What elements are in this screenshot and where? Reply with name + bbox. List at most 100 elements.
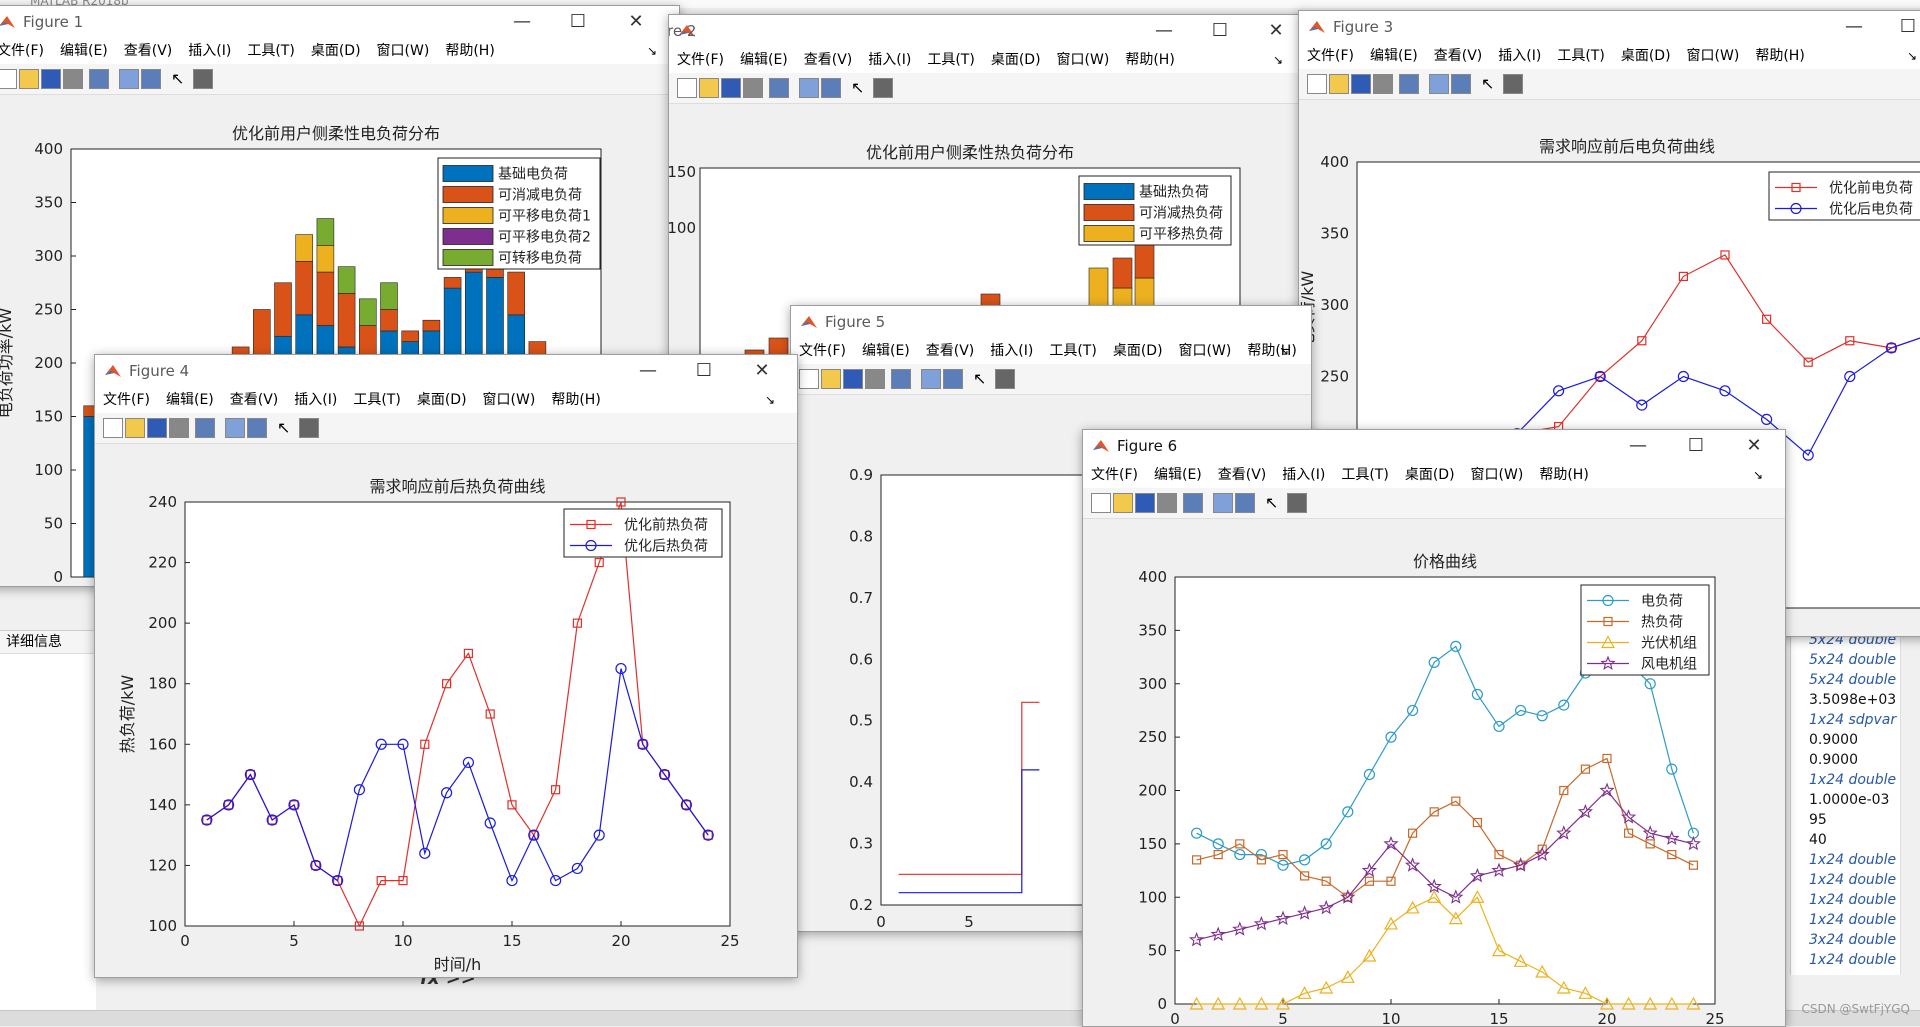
dock-arrow-icon[interactable]: ↘ [765,387,775,413]
property-editor-icon[interactable] [995,369,1015,389]
menu-item[interactable]: 文件(F) [1299,43,1354,69]
colorbar-icon[interactable] [1213,493,1233,513]
minimize-button[interactable]: — [1615,432,1661,460]
minimize-button[interactable]: — [499,8,545,36]
title-bar[interactable]: Figure 5 [791,306,1311,338]
dock-arrow-icon[interactable]: ↘ [1279,338,1289,364]
menu-item[interactable]: 帮助(H) [1247,338,1296,364]
print-icon[interactable] [1157,493,1177,513]
close-button[interactable]: ✕ [1253,17,1299,45]
dock-arrow-icon[interactable]: ↘ [1753,462,1763,488]
save-icon[interactable] [1351,74,1371,94]
menu-item[interactable]: 工具(T) [1557,43,1604,69]
legend-icon[interactable] [943,369,963,389]
open-folder-icon[interactable] [19,69,39,89]
link-plot-icon[interactable] [891,369,911,389]
title-bar[interactable]: re 2 — ☐ ✕ [669,15,1305,47]
pointer-icon[interactable]: ↖ [1481,74,1499,93]
colorbar-icon[interactable] [921,369,941,389]
menu-item[interactable]: 文件(F) [1083,462,1138,488]
print-icon[interactable] [169,418,189,438]
menu-item[interactable]: 窗口(W) [1471,462,1524,488]
menu-item[interactable]: 窗口(W) [377,38,430,64]
legend-icon[interactable] [821,78,841,98]
open-folder-icon[interactable] [1113,493,1133,513]
workspace-value[interactable]: 40 [1791,830,1901,850]
legend-icon[interactable] [247,418,267,438]
menu-item[interactable]: 桌面(D) [311,38,361,64]
save-icon[interactable] [41,69,61,89]
workspace-value[interactable]: 1x24 double [1791,890,1901,910]
new-file-icon[interactable] [1307,74,1327,94]
colorbar-icon[interactable] [225,418,245,438]
property-editor-icon[interactable] [1287,493,1307,513]
menu-item[interactable]: 查看(V) [230,387,279,413]
menu-item[interactable]: 查看(V) [1434,43,1483,69]
menu-item[interactable]: 编辑(E) [1154,462,1202,488]
close-button[interactable]: ✕ [1731,432,1777,460]
menu-item[interactable]: 查看(V) [926,338,975,364]
workspace-value[interactable]: 1x24 double [1791,910,1901,930]
link-plot-icon[interactable] [195,418,215,438]
menu-item[interactable]: 编辑(E) [166,387,214,413]
new-file-icon[interactable] [103,418,123,438]
property-editor-icon[interactable] [193,69,213,89]
pointer-icon[interactable]: ↖ [277,418,295,437]
menu-item[interactable]: 查看(V) [124,38,173,64]
menu-item[interactable]: 插入(I) [188,38,231,64]
link-plot-icon[interactable] [89,69,109,89]
menu-item[interactable]: 窗口(W) [1179,338,1232,364]
pointer-icon[interactable]: ↖ [171,69,189,88]
colorbar-icon[interactable] [1429,74,1449,94]
workspace-value[interactable]: 95 [1791,810,1901,830]
title-bar[interactable]: Figure 3 — ☐ [1299,11,1920,43]
menu-item[interactable]: 窗口(W) [1687,43,1740,69]
save-icon[interactable] [721,78,741,98]
dock-arrow-icon[interactable]: ↘ [647,38,657,64]
link-plot-icon[interactable] [1399,74,1419,94]
minimize-button[interactable]: — [1141,17,1187,45]
menu-item[interactable]: 文件(F) [95,387,150,413]
save-icon[interactable] [147,418,167,438]
workspace-value[interactable]: 1.0000e-03 [1791,790,1901,810]
close-button[interactable]: ✕ [613,8,659,36]
menu-item[interactable]: 工具(T) [247,38,294,64]
open-folder-icon[interactable] [125,418,145,438]
menu-item[interactable]: 桌面(D) [1113,338,1163,364]
menu-item[interactable]: 插入(I) [990,338,1033,364]
menu-item[interactable]: 帮助(H) [551,387,600,413]
print-icon[interactable] [1373,74,1393,94]
workspace-value[interactable]: 1x24 double [1791,850,1901,870]
menu-item[interactable]: 帮助(H) [1125,47,1174,73]
link-plot-icon[interactable] [1183,493,1203,513]
open-folder-icon[interactable] [821,369,841,389]
menu-item[interactable]: 桌面(D) [1621,43,1671,69]
menu-item[interactable]: 工具(T) [1341,462,1388,488]
workspace-value[interactable]: 5x24 double [1791,670,1901,690]
menu-item[interactable]: 文件(F) [0,38,44,64]
print-icon[interactable] [865,369,885,389]
workspace-value[interactable]: 1x24 double [1791,770,1901,790]
menu-item[interactable]: 编辑(E) [862,338,910,364]
property-editor-icon[interactable] [299,418,319,438]
menu-item[interactable]: 查看(V) [804,47,853,73]
menu-item[interactable]: 桌面(D) [991,47,1041,73]
workspace-scrollbar[interactable] [1900,630,1920,975]
menu-item[interactable]: 工具(T) [1049,338,1096,364]
menu-item[interactable]: 工具(T) [353,387,400,413]
workspace-value[interactable]: 1x24 double [1791,870,1901,890]
property-editor-icon[interactable] [873,78,893,98]
menu-item[interactable]: 文件(F) [791,338,846,364]
menu-item[interactable]: 帮助(H) [1539,462,1588,488]
new-file-icon[interactable] [799,369,819,389]
menu-item[interactable]: 窗口(W) [1057,47,1110,73]
new-file-icon[interactable] [677,78,697,98]
print-icon[interactable] [63,69,83,89]
pointer-icon[interactable]: ↖ [851,78,869,97]
workspace-value[interactable]: 1x24 sdpvar [1791,710,1901,730]
close-button[interactable]: ✕ [739,357,785,385]
menu-item[interactable]: 编辑(E) [1370,43,1418,69]
workspace-value[interactable]: 0.9000 [1791,750,1901,770]
menu-item[interactable]: 窗口(W) [483,387,536,413]
save-icon[interactable] [843,369,863,389]
